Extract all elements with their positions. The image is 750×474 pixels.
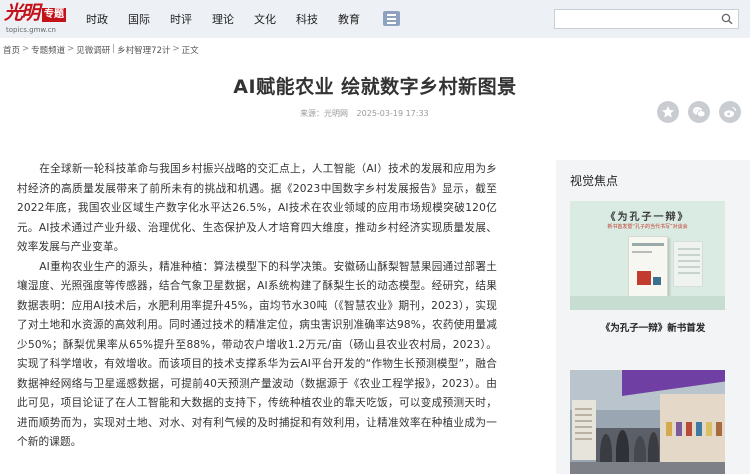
breadcrumb-separator: |	[112, 44, 116, 54]
focus-caption-book-launch[interactable]: 《为孔子一辩》新书首发	[556, 320, 750, 334]
nav-item-guoji[interactable]: 国际	[128, 11, 150, 27]
article-paragraph: AI重构农业生产的源头，精准种植：算法模型下的科学决策。安徽砀山酥梨智慧果园通过…	[17, 260, 497, 449]
article-source: 来源：光明网	[300, 109, 348, 118]
image-notice-board	[572, 400, 596, 460]
search-box	[554, 9, 739, 29]
focus-image-subline: 新书首发暨“孔子的当代书写”对谈会	[607, 224, 688, 230]
share-weibo-button[interactable]	[719, 101, 741, 123]
breadcrumb-topics[interactable]: 专题频道	[31, 44, 65, 56]
share-wechat-button[interactable]	[688, 101, 710, 123]
logo-url: topics.gmw.cn	[6, 26, 56, 34]
breadcrumb-survey[interactable]: 见微调研	[76, 44, 110, 56]
sidebar-visual-focus: 视觉焦点 《为孔子一辩》 新书首发暨“孔子的当代书写”对谈会 《为孔子一辩》新书…	[556, 160, 750, 474]
site-logo[interactable]: 光明 专题 topics.gmw.cn	[4, 2, 68, 36]
article-paragraph: 在全球新一轮科技革命与我国乡村振兴战略的交汇点上，人工智能（AI）技术的发展和应…	[17, 163, 497, 253]
article-body: 在全球新一轮科技革命与我国乡村振兴战略的交汇点上，人工智能（AI）技术的发展和应…	[17, 160, 497, 453]
breadcrumb-separator: >	[67, 44, 75, 54]
top-bar: 光明 专题 topics.gmw.cn 时政 国际 时评 理论 文化 科技 教育	[0, 0, 750, 38]
nav-item-jiaoyu[interactable]: 教育	[338, 11, 360, 27]
logo-badge: 专题	[42, 8, 66, 22]
search-icon[interactable]	[720, 13, 734, 25]
breadcrumb: 首页 > 专题频道 > 见微调研 | 乡村智理72计 > 正文	[3, 44, 199, 56]
focus-image-headline: 《为孔子一辩》	[605, 212, 690, 223]
book-cover-image	[628, 236, 668, 298]
breadcrumb-separator: >	[172, 44, 180, 54]
focus-image-book-launch[interactable]: 《为孔子一辩》 新书首发暨“孔子的当代书写”对谈会	[570, 201, 725, 310]
wechat-icon	[692, 107, 706, 118]
image-base	[570, 296, 725, 310]
article-meta: 来源：光明网 2025-03-19 17:33	[300, 108, 435, 119]
sidebar-title: 视觉焦点	[570, 174, 619, 188]
image-ground	[570, 462, 725, 474]
nav-item-shiping[interactable]: 时评	[170, 11, 192, 27]
focus-image-market-scene[interactable]	[570, 370, 725, 474]
qzone-star-icon	[662, 106, 674, 118]
main-nav: 时政 国际 时评 理论 文化 科技 教育	[86, 0, 380, 38]
weibo-icon	[724, 106, 737, 118]
breadcrumb-current: 正文	[181, 46, 199, 56]
breadcrumb-separator: >	[22, 44, 30, 54]
menu-list-icon[interactable]	[383, 11, 400, 26]
nav-item-keji[interactable]: 科技	[296, 11, 318, 27]
nav-item-shizheng[interactable]: 时政	[86, 11, 108, 27]
nav-item-lilun[interactable]: 理论	[212, 11, 234, 27]
nav-item-wenhua[interactable]: 文化	[254, 11, 276, 27]
share-qzone-button[interactable]	[657, 101, 679, 123]
search-input[interactable]	[555, 10, 715, 28]
logo-script: 光明	[4, 2, 40, 24]
papers-image	[673, 241, 703, 287]
article-date: 2025-03-19 17:33	[356, 109, 429, 118]
page-title: AI赋能农业 绘就数字乡村新图景	[233, 76, 517, 98]
breadcrumb-rural[interactable]: 乡村智理72计	[117, 44, 170, 56]
breadcrumb-home[interactable]: 首页	[3, 44, 20, 56]
